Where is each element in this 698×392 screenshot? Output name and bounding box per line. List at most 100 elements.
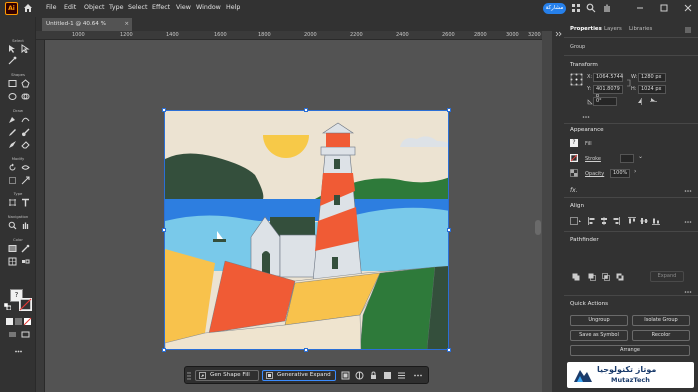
menu-help[interactable]: Help — [226, 4, 240, 11]
gradient-mode-icon[interactable] — [14, 317, 23, 326]
appearance-stroke-swatch[interactable] — [570, 154, 578, 162]
pen-tool-icon[interactable] — [8, 115, 17, 124]
close-icon[interactable] — [683, 3, 693, 13]
artwork-group[interactable] — [164, 110, 449, 350]
more-options-icon[interactable] — [413, 371, 423, 380]
align-to-icon[interactable] — [570, 217, 582, 225]
menu-select[interactable]: Select — [128, 4, 147, 11]
reference-point-icon[interactable] — [570, 73, 583, 86]
arrange-button[interactable]: Arrange — [570, 345, 690, 356]
drag-handle-icon[interactable] — [187, 371, 191, 381]
selection-handle[interactable] — [162, 348, 166, 352]
appearance-fill-swatch[interactable]: ? — [570, 139, 578, 147]
align-top-icon[interactable] — [628, 217, 636, 225]
minus-front-icon[interactable] — [588, 273, 596, 281]
tab-libraries[interactable]: Libraries — [629, 26, 652, 32]
stroke-weight-field[interactable] — [620, 154, 634, 163]
panel-menu-icon[interactable] — [684, 26, 692, 34]
document-tab[interactable]: Untitled-1 @ 40.64 % (RGB/Preview) × — [42, 18, 132, 40]
selection-handle[interactable] — [162, 228, 166, 232]
color-mode-icon[interactable] — [5, 317, 14, 326]
stroke-swatch[interactable] — [19, 298, 32, 311]
screen-mode-icon[interactable] — [21, 330, 30, 339]
constrain-proportions-icon[interactable] — [626, 79, 631, 87]
align-center-icon[interactable] — [600, 217, 608, 225]
stroke-label[interactable]: Stroke — [585, 156, 601, 162]
transform-icon[interactable] — [355, 371, 364, 380]
opacity-label[interactable]: Opacity — [585, 171, 604, 177]
more-transform-options-icon[interactable] — [582, 114, 590, 120]
maximize-icon[interactable] — [659, 3, 669, 13]
ungroup-button[interactable]: Ungroup — [570, 315, 628, 326]
intersect-icon[interactable] — [602, 273, 610, 281]
menu-icon[interactable] — [397, 371, 406, 380]
effects-button[interactable]: fx. — [570, 187, 578, 194]
blend-tool-icon[interactable] — [21, 257, 30, 266]
tab-properties[interactable]: Properties — [570, 26, 602, 32]
menu-type[interactable]: Type — [109, 4, 123, 11]
isolate-group-button[interactable]: Isolate Group — [632, 315, 690, 326]
recolor-icon[interactable] — [341, 371, 350, 380]
rectangle-tool-icon[interactable] — [8, 79, 17, 88]
selection-handle[interactable] — [162, 108, 166, 112]
shape-builder-tool-icon[interactable] — [21, 92, 30, 101]
edit-toolbar-icon[interactable] — [14, 347, 23, 356]
tab-layers[interactable]: Layers — [604, 26, 622, 32]
selection-tool-icon[interactable] — [8, 44, 17, 53]
flip-vertical-icon[interactable] — [650, 98, 657, 105]
collapse-panels-icon[interactable] — [554, 30, 562, 38]
free-transform-tool-icon[interactable] — [8, 176, 17, 185]
none-mode-icon[interactable] — [23, 317, 32, 326]
default-fill-stroke-icon[interactable] — [4, 303, 11, 310]
type-tool-icon[interactable] — [21, 198, 30, 207]
magic-wand-tool-icon[interactable] — [8, 56, 17, 65]
curvature-tool-icon[interactable] — [21, 115, 30, 124]
close-tab-icon[interactable]: × — [124, 18, 129, 31]
rotate-tool-icon[interactable] — [8, 163, 17, 172]
vertical-scrollbar[interactable] — [542, 31, 552, 392]
y-field[interactable]: 401.8079 p — [593, 85, 623, 99]
ellipse-tool-icon[interactable] — [8, 92, 17, 101]
selection-handle[interactable] — [447, 108, 451, 112]
selection-handle[interactable] — [447, 348, 451, 352]
more-appearance-options-icon[interactable] — [684, 188, 692, 194]
search-icon[interactable] — [586, 3, 596, 13]
more-align-options-icon[interactable] — [684, 219, 692, 225]
polygon-tool-icon[interactable] — [21, 79, 30, 88]
selection-handle[interactable] — [447, 228, 451, 232]
pencil-tool-icon[interactable] — [8, 128, 17, 137]
flip-horizontal-icon[interactable] — [638, 98, 645, 105]
eyedropper-tool-icon[interactable] — [21, 244, 30, 253]
rotate-field[interactable]: 0° — [593, 97, 617, 106]
scrollbar-thumb[interactable] — [535, 220, 541, 235]
arrange-documents-icon[interactable] — [571, 3, 581, 13]
expand-button[interactable]: Expand — [650, 271, 684, 282]
pin-icon[interactable] — [383, 371, 392, 380]
opacity-field[interactable]: 100% — [610, 169, 630, 178]
minimize-icon[interactable] — [635, 3, 645, 13]
opacity-dropdown-icon[interactable]: › — [634, 168, 636, 175]
eraser-tool-icon[interactable] — [21, 140, 30, 149]
share-button[interactable]: مشاركة — [543, 3, 566, 14]
gradient-tool-icon[interactable] — [8, 244, 17, 253]
align-left-icon[interactable] — [588, 217, 596, 225]
menu-effect[interactable]: Effect — [152, 4, 170, 11]
artboard-tool-icon[interactable] — [8, 198, 17, 207]
align-bottom-icon[interactable] — [652, 217, 660, 225]
draw-mode-icon[interactable] — [8, 330, 17, 339]
generative-expand-button[interactable]: Generative Expand — [262, 370, 336, 381]
blob-brush-tool-icon[interactable] — [8, 140, 17, 149]
menu-window[interactable]: Window — [196, 4, 221, 11]
unite-icon[interactable] — [572, 273, 580, 281]
direct-selection-tool-icon[interactable] — [21, 44, 30, 53]
stroke-weight-dropdown-icon[interactable]: ⌄ — [638, 153, 643, 160]
save-as-symbol-button[interactable]: Save as Symbol — [570, 330, 628, 341]
zoom-tool-icon[interactable] — [8, 221, 17, 230]
menu-file[interactable]: File — [46, 4, 57, 11]
scale-tool-icon[interactable] — [21, 176, 30, 185]
x-field[interactable]: 1064.5744 — [593, 73, 623, 82]
height-field[interactable]: 1024 px — [638, 85, 666, 94]
width-tool-icon[interactable] — [21, 163, 30, 172]
align-right-icon[interactable] — [612, 217, 620, 225]
selection-handle[interactable] — [304, 348, 308, 352]
